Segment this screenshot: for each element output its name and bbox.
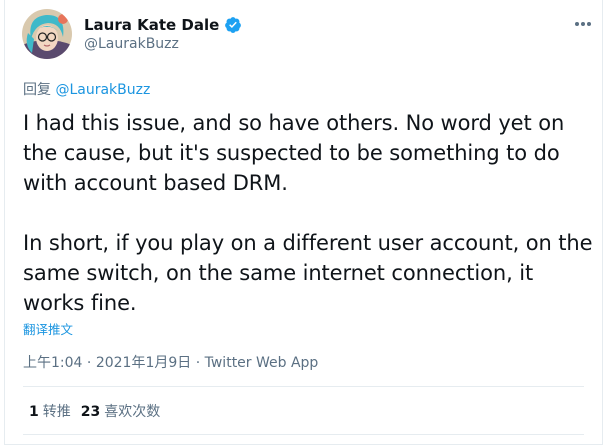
- tweet-paragraph: In short, if you play on a different use…: [23, 231, 593, 315]
- tweet-source[interactable]: Twitter Web App: [205, 355, 319, 371]
- author-name-row: Laura Kate Dale: [84, 14, 242, 36]
- meta-separator: ·: [82, 355, 96, 371]
- verified-badge-icon: [224, 16, 242, 34]
- tweet-time[interactable]: 上午1:04: [23, 355, 82, 371]
- replying-to-label: 回复: [23, 82, 56, 98]
- tweet-paragraph: I had this issue, and so have others. No…: [23, 111, 565, 195]
- avatar-illustration-icon: [22, 9, 72, 59]
- more-options-icon[interactable]: [573, 16, 593, 32]
- tweet-card: Laura Kate Dale @LaurakBuzz 回复 @LaurakBu…: [4, 0, 603, 445]
- tweet-metadata: 上午1:04 · 2021年1月9日 · Twitter Web App: [23, 352, 318, 372]
- divider: [23, 434, 584, 435]
- retweets-stat[interactable]: 1 转推: [29, 401, 71, 421]
- author-name[interactable]: Laura Kate Dale: [84, 16, 219, 34]
- retweet-label: 转推: [42, 404, 71, 420]
- replying-to-mention[interactable]: @LaurakBuzz: [55, 82, 150, 98]
- replying-to: 回复 @LaurakBuzz: [23, 79, 150, 99]
- divider: [23, 386, 584, 387]
- engagement-stats: 1 转推 23 喜欢次数: [29, 401, 160, 421]
- tweet-date[interactable]: 2021年1月9日: [96, 355, 191, 371]
- avatar[interactable]: [22, 9, 72, 59]
- like-count: 23: [80, 404, 101, 420]
- retweet-count: 1: [29, 404, 39, 420]
- translate-tweet-link[interactable]: 翻译推文: [23, 319, 73, 338]
- tweet-text: I had this issue, and so have others. No…: [23, 108, 598, 318]
- likes-stat[interactable]: 23 喜欢次数: [81, 401, 160, 421]
- meta-separator: ·: [191, 355, 205, 371]
- author-handle[interactable]: @LaurakBuzz: [84, 36, 179, 52]
- like-label: 喜欢次数: [104, 404, 161, 420]
